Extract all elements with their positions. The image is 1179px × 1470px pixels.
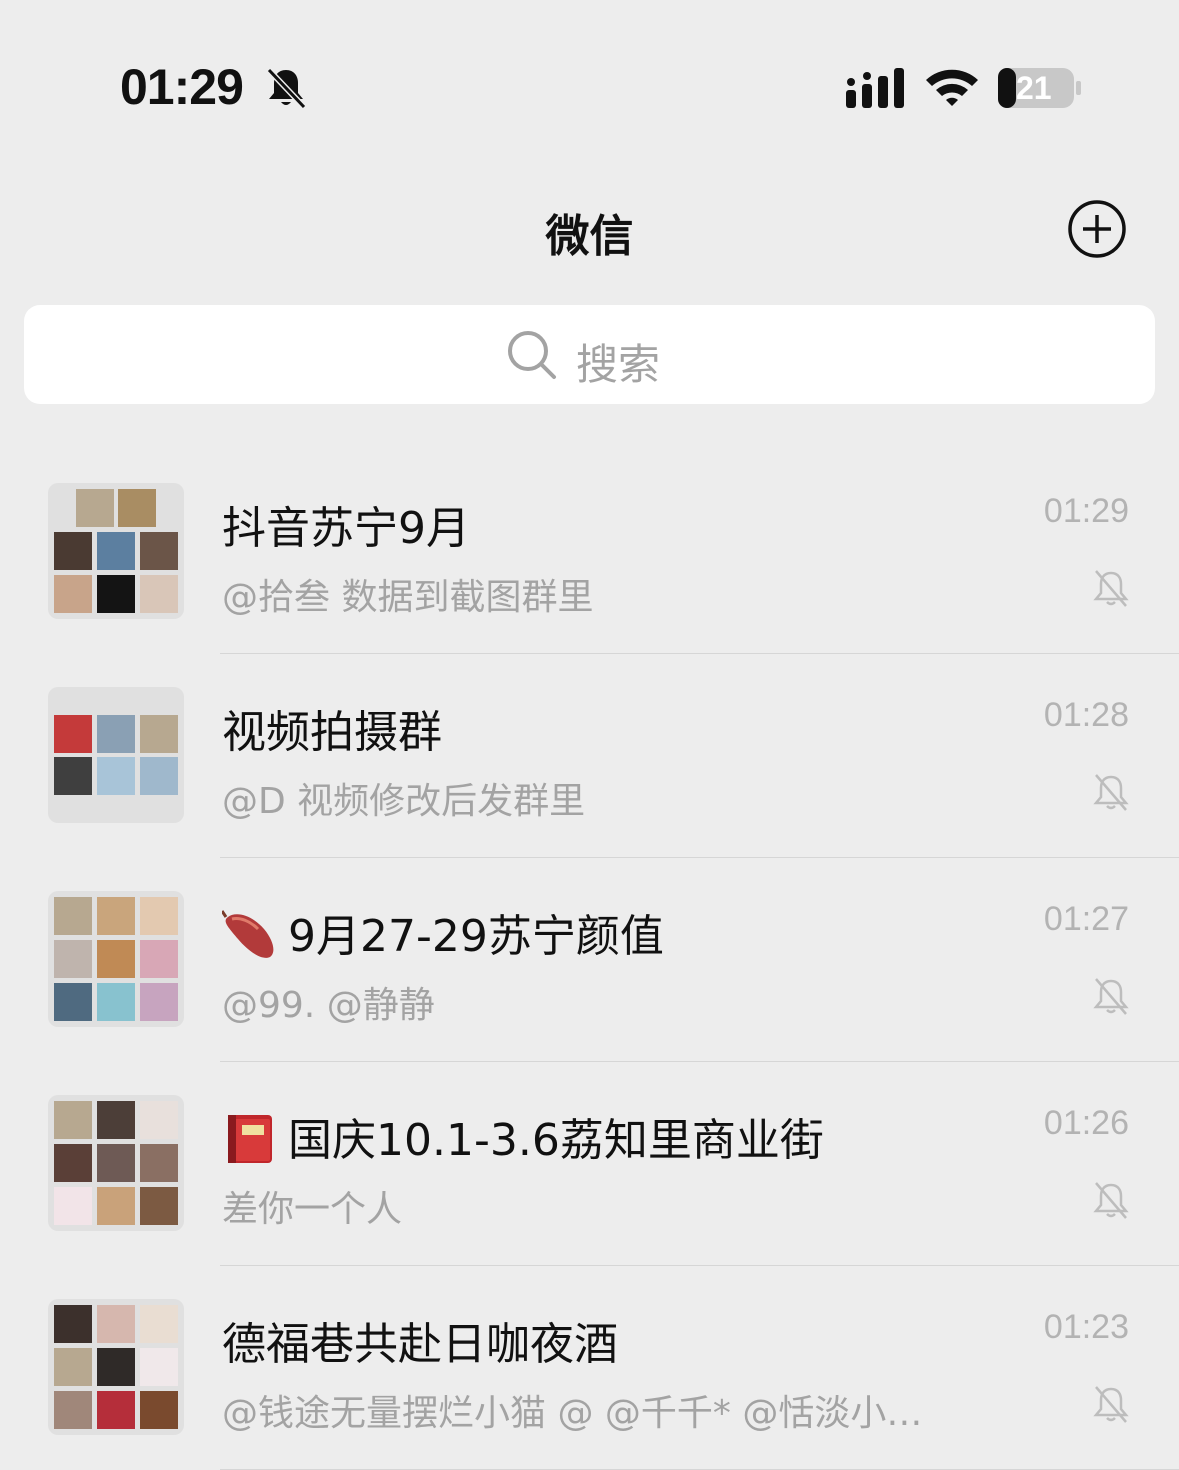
chat-name-text: 视频拍摄群 — [222, 707, 442, 758]
chat-name: 抖音苏宁9月 — [222, 492, 470, 556]
bell-off-icon — [1093, 1182, 1129, 1219]
chat-preview: 差你一个人 — [222, 1189, 403, 1230]
chat-name: 视频拍摄群 — [222, 696, 442, 760]
chat-preview: @钱途无量摆烂小猫 @ @千千* @恬淡小… — [222, 1393, 923, 1434]
status-bar: 01:29 21 — [0, 0, 1179, 150]
plus-circle-icon[interactable] — [1066, 198, 1128, 260]
chat-preview: @D 视频修改后发群里 — [222, 781, 586, 822]
group-avatar — [48, 891, 184, 1027]
signal-icon — [846, 68, 904, 108]
group-avatar — [48, 483, 184, 619]
chat-time: 01:29 — [1043, 492, 1129, 530]
chat-name: 德福巷共赴日咖夜酒 — [222, 1308, 618, 1372]
chat-time: 01:23 — [1043, 1308, 1129, 1346]
bell-off-icon — [1093, 570, 1129, 607]
chat-row[interactable]: 9月27-29苏宁颜值 @99. @静静 01:27 — [0, 858, 1179, 1062]
bell-off-icon — [1093, 1386, 1129, 1423]
chat-name-text: 9月27-29苏宁颜值 — [288, 911, 664, 962]
group-avatar — [48, 1095, 184, 1231]
search-icon — [508, 331, 556, 379]
search-placeholder: 搜索 — [576, 340, 661, 389]
group-avatar — [48, 1299, 184, 1435]
chat-name: 国庆10.1-3.6荔知里商业街 — [222, 1104, 824, 1168]
wifi-icon — [926, 69, 978, 106]
chat-name-text: 国庆10.1-3.6荔知里商业街 — [288, 1115, 824, 1166]
chat-preview: @拾叁 数据到截图群里 — [222, 577, 594, 618]
chat-time: 01:27 — [1043, 900, 1129, 938]
chat-row[interactable]: 国庆10.1-3.6荔知里商业街 差你一个人 01:26 — [0, 1062, 1179, 1266]
chat-list: 抖音苏宁9月 @拾叁 数据到截图群里 01:29 视频拍摄群 @D 视频修改后发… — [0, 450, 1179, 1470]
group-avatar — [48, 687, 184, 823]
battery-level: 21 — [1016, 70, 1052, 106]
chat-row[interactable]: 抖音苏宁9月 @拾叁 数据到截图群里 01:29 — [0, 450, 1179, 654]
page-title: 微信 — [545, 211, 634, 262]
chat-preview: @99. @静静 — [222, 985, 435, 1026]
chat-name-text: 抖音苏宁9月 — [222, 503, 470, 554]
red-book-icon — [228, 1115, 272, 1163]
chat-name: 9月27-29苏宁颜值 — [222, 900, 664, 964]
bell-off-icon — [266, 67, 307, 110]
sweet-potato-icon — [222, 910, 274, 958]
chat-name-text: 德福巷共赴日咖夜酒 — [222, 1319, 618, 1370]
chat-row[interactable]: 德福巷共赴日咖夜酒 @钱途无量摆烂小猫 @ @千千* @恬淡小… 01:23 — [0, 1266, 1179, 1470]
search-input[interactable]: 搜索 — [24, 305, 1155, 404]
bell-off-icon — [1093, 774, 1129, 811]
chat-time: 01:26 — [1043, 1104, 1129, 1142]
status-time: 01:29 — [120, 59, 244, 115]
chat-time: 01:28 — [1043, 696, 1129, 734]
bell-off-icon — [1093, 978, 1129, 1015]
chat-row[interactable]: 视频拍摄群 @D 视频修改后发群里 01:28 — [0, 654, 1179, 858]
